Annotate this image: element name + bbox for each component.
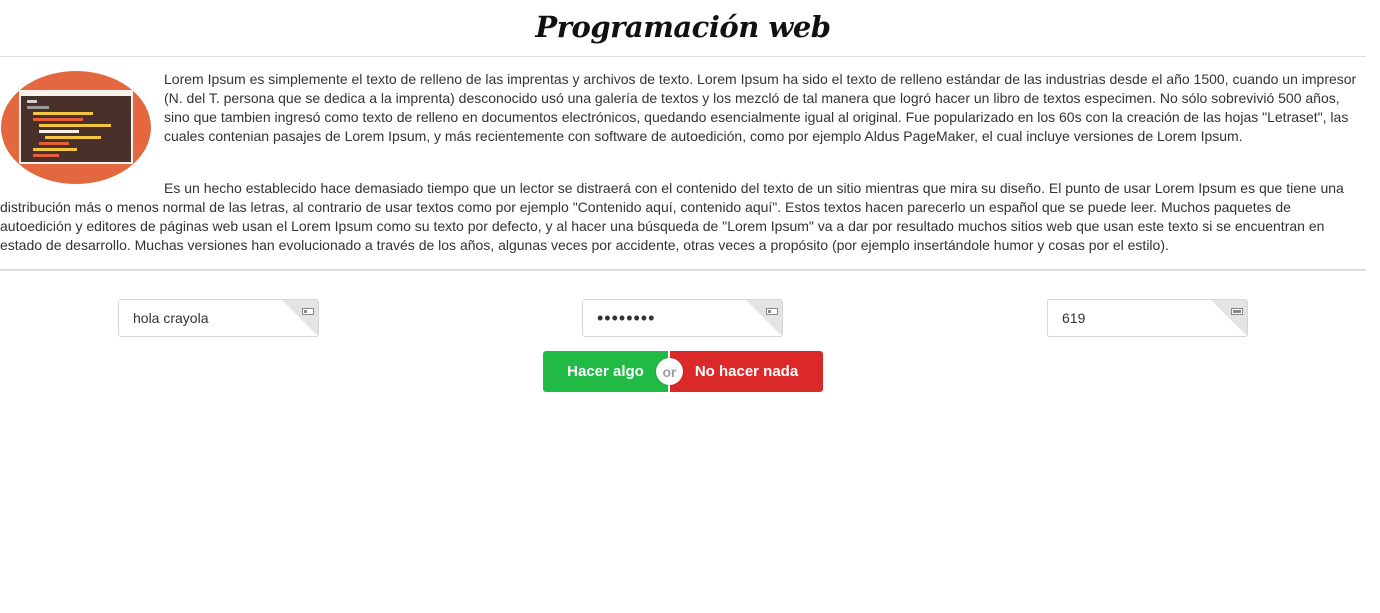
or-divider: or: [656, 358, 683, 385]
action-button-group: Hacer algo No hacer nada or: [543, 351, 823, 392]
do-nothing-button[interactable]: No hacer nada: [670, 351, 823, 392]
intro-paragraph: Lorem Ipsum es simplemente el texto de r…: [164, 71, 1357, 144]
code-editor-illustration: [1, 71, 151, 184]
password-field[interactable]: [582, 299, 783, 337]
second-paragraph: Es un hecho establecido hace demasiado t…: [0, 179, 1366, 255]
second-paragraph-text: Es un hecho establecido hace demasiado t…: [0, 180, 1344, 253]
do-something-button[interactable]: Hacer algo: [543, 351, 668, 392]
page-header: Programación web: [0, 0, 1366, 57]
password-input[interactable]: [583, 300, 782, 336]
text-field[interactable]: [118, 299, 319, 337]
code-screen: [19, 90, 133, 164]
number-input[interactable]: [1048, 300, 1247, 336]
content-section: Lorem Ipsum es simplemente el texto de r…: [0, 57, 1366, 271]
page-title: Programación web: [535, 10, 831, 44]
text-input[interactable]: [119, 300, 318, 336]
number-field[interactable]: [1047, 299, 1248, 337]
